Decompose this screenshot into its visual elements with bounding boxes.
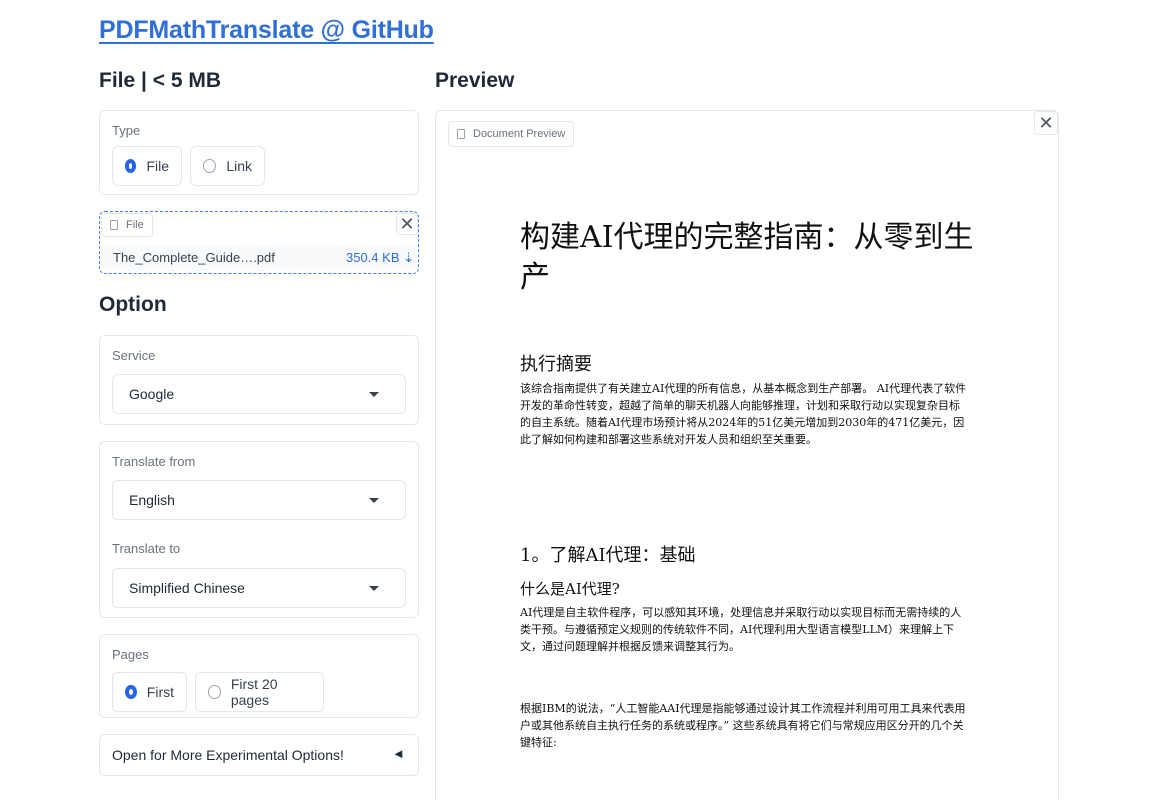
experimental-options-accordion[interactable]: Open for More Experimental Options! ◄	[99, 734, 419, 776]
doc-paragraph: 根据IBM的说法，“人工智能AAI代理是指能够通过设计其工作流程并利用可用工具来…	[520, 702, 966, 749]
translate-to-dropdown[interactable]: Simplified Chinese	[112, 568, 406, 608]
remove-file-button[interactable]: ✕	[396, 213, 418, 235]
preview-panel: Document Preview ✕	[435, 110, 1059, 800]
file-tag: File	[101, 213, 153, 237]
service-value: Google	[129, 386, 175, 402]
document-preview-tag: Document Preview	[448, 121, 575, 147]
document-preview-label: Document Preview	[473, 128, 566, 140]
caret-down-icon	[369, 498, 379, 503]
preview-heading: Preview	[435, 69, 515, 92]
pages-label: Pages	[112, 647, 149, 662]
caret-down-icon	[369, 392, 379, 397]
file-size: 350.4 KB	[346, 250, 400, 265]
doc-section-heading: 执行摘要	[520, 354, 592, 375]
radio-unchecked-icon	[203, 159, 217, 173]
translate-from-value: English	[129, 492, 175, 508]
radio-checked-icon	[125, 159, 137, 173]
close-preview-button[interactable]: ✕	[1034, 111, 1058, 135]
caret-down-icon	[369, 586, 379, 591]
document-title: 构建AI代理的完整指南：从零到生产	[520, 220, 974, 295]
type-panel: Type File Link	[99, 110, 419, 195]
file-icon	[110, 220, 118, 230]
experimental-options-label: Open for More Experimental Options!	[112, 747, 344, 763]
doc-section-heading: 1。了解AI代理：基础	[520, 545, 696, 566]
pages-option-first-20-label: First 20 pages	[230, 676, 278, 708]
service-dropdown[interactable]: Google	[112, 374, 406, 414]
pages-option-first[interactable]: First	[112, 672, 187, 712]
download-icon: ⇣	[403, 250, 415, 265]
file-name: The_Complete_Guide….pdf	[113, 250, 275, 265]
type-option-file-label: File	[146, 158, 169, 174]
translate-from-dropdown[interactable]: English	[112, 480, 406, 520]
close-icon: ✕	[1038, 113, 1054, 133]
option-section-heading: Option	[99, 293, 167, 316]
doc-paragraph: AI代理是自主软件程序，可以感知其环境，处理信息并采取行动以实现目标而无需持续的…	[520, 606, 962, 653]
type-option-link[interactable]: Link	[190, 146, 265, 186]
type-label: Type	[112, 123, 141, 138]
service-label: Service	[112, 348, 156, 363]
file-size-download-link[interactable]: 350.4 KB ⇣	[346, 250, 414, 266]
type-option-file[interactable]: File	[112, 146, 182, 186]
pages-panel: Pages First First 20 pages	[99, 634, 419, 718]
language-panel: Translate from English Translate to Simp…	[99, 441, 419, 618]
radio-unchecked-icon	[208, 685, 221, 699]
doc-paragraph: 该综合指南提供了有关建立AI代理的所有信息，从基本概念到生产部署。 AI代理代表…	[520, 382, 967, 446]
pages-option-first-label: First	[146, 684, 174, 700]
close-icon: ✕	[399, 214, 415, 234]
radio-checked-icon	[125, 685, 137, 699]
translate-from-label: Translate from	[112, 454, 196, 469]
doc-subheading: 什么是AI代理?	[520, 580, 620, 598]
type-option-link-label: Link	[226, 158, 252, 174]
file-section-heading: File | < 5 MB	[99, 69, 221, 92]
github-title-link[interactable]: PDFMathTranslate @ GitHub	[99, 16, 434, 45]
file-upload-box[interactable]: File ✕ The_Complete_Guide….pdf 350.4 KB …	[99, 211, 419, 274]
translate-to-label: Translate to	[112, 541, 181, 556]
file-tag-label: File	[126, 219, 144, 231]
service-panel: Service Google	[99, 335, 419, 425]
translate-to-value: Simplified Chinese	[129, 580, 245, 596]
pages-option-first-20[interactable]: First 20 pages	[195, 672, 324, 712]
collapse-arrow-icon: ◄	[392, 746, 405, 761]
file-row: The_Complete_Guide….pdf 350.4 KB ⇣	[101, 245, 417, 271]
document-icon	[457, 129, 465, 139]
